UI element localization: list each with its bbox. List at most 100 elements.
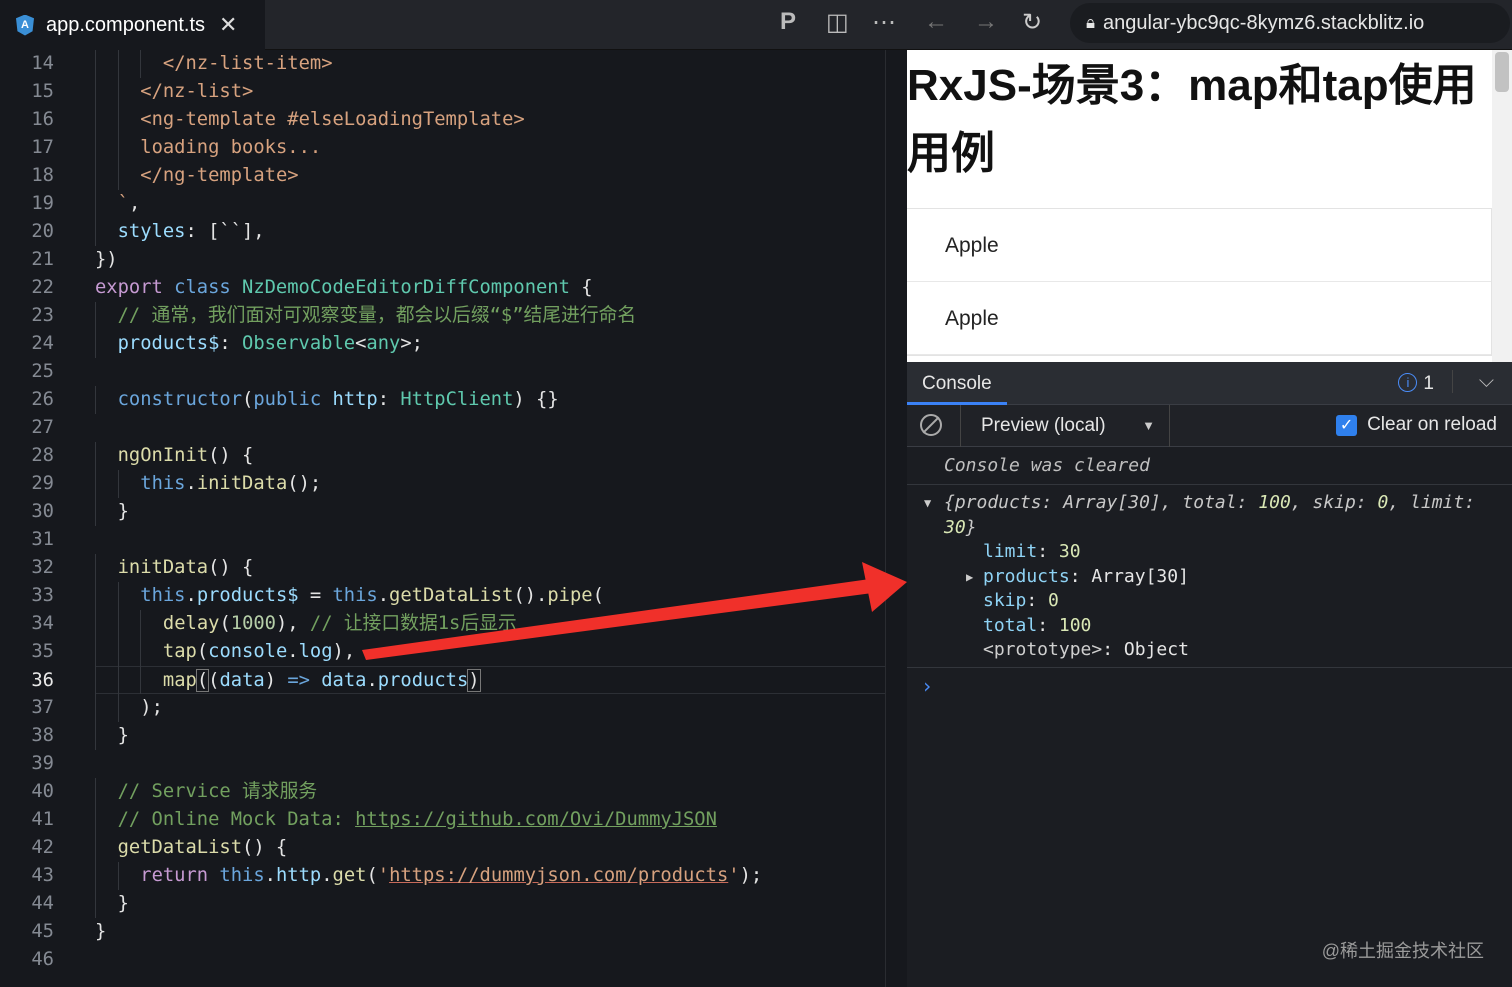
line-number: 39 (31, 753, 54, 774)
clear-console-icon[interactable] (920, 414, 942, 436)
log-entry[interactable]: ▼ {products: Array[30], total: 100, skip:… (907, 485, 1512, 668)
line-number: 14 (31, 53, 54, 74)
tab-console[interactable]: Console (907, 362, 1007, 405)
code-line[interactable]: 45} (0, 918, 886, 946)
code-line[interactable]: 25 (0, 358, 886, 386)
object-summary[interactable]: ▼ {products: Array[30], total: 100, skip:… (924, 491, 1512, 540)
code-token: ngOnInit (117, 445, 209, 466)
code-line[interactable]: 26 constructor(public http: HttpClient) {… (0, 386, 886, 414)
checkmark-icon: ✓ (1336, 414, 1358, 436)
context-select[interactable]: Preview (local) ▼ (960, 405, 1170, 447)
chevron-down-icon[interactable]: ⌵ (1451, 370, 1494, 393)
code-line[interactable]: 21}) (0, 246, 886, 274)
code-line[interactable]: 46 (0, 946, 886, 974)
code-editor[interactable]: 14 </nz-list-item> 15 </nz-list> 16 <ng-templ… (0, 50, 905, 987)
indent-guide (117, 50, 119, 78)
code-text: ngOnInit() { (95, 442, 254, 470)
line-number: 25 (31, 361, 54, 382)
code-token: : (377, 389, 401, 410)
more-icon[interactable]: ⋯ (872, 8, 896, 37)
line-number: 41 (31, 809, 54, 830)
code-line[interactable]: 20 styles: [``], (0, 218, 886, 246)
code-line[interactable]: 24 products$: Observable<any>; (0, 330, 886, 358)
expand-triangle-icon[interactable]: ▶ (966, 565, 973, 590)
object-property[interactable]: ▶ products: Array[30] (944, 565, 1512, 590)
code-line[interactable]: 29 this.initData(); (0, 470, 886, 498)
code-line[interactable]: 34 delay(1000), // 让接口数据1s后显示 (0, 610, 886, 638)
console-panel: Console i1 ⌵ Preview (local) ▼ ✓ Clear on … (907, 362, 1512, 987)
info-count-badge[interactable]: i1 (1398, 373, 1434, 395)
code-text: <ng-template #elseLoadingTemplate> (95, 106, 525, 134)
console-prompt[interactable]: › (907, 668, 1512, 704)
code-line[interactable]: 22 export class NzDemoCodeEditorDiffCompo… (0, 274, 886, 302)
code-line[interactable]: 16 <ng-template #elseLoadingTemplate> (0, 106, 886, 134)
clear-on-reload-checkbox[interactable]: ✓ Clear on reload (1336, 414, 1497, 436)
editor-tab[interactable]: A app.component.ts ✕ (0, 0, 265, 50)
code-line[interactable]: 38} (0, 722, 886, 750)
code-line[interactable]: 33 this.products$ = this.getDataList().pi… (0, 582, 886, 610)
property-value: 30 (1058, 541, 1081, 562)
code-line[interactable]: 36 map((data) => data.products) (31, 666, 905, 694)
indent-guide (117, 106, 119, 134)
expand-triangle-icon[interactable]: ▼ (924, 491, 931, 516)
code-text: </nz-list> (95, 78, 253, 106)
console-output: Console was cleared ▼ {products: Array[30… (907, 447, 1512, 704)
code-line[interactable]: 44} (0, 890, 886, 918)
back-icon[interactable]: ← (924, 8, 948, 36)
code-token: // Online Mock Data: (117, 809, 356, 830)
address-bar[interactable]: 🔒︎ angular-ybc9qc-8kymz6.stackblitz.io (1070, 3, 1510, 43)
console-header: Console i1 ⌵ (907, 362, 1512, 405)
code-token: pipe (547, 585, 593, 606)
line-number: 26 (31, 389, 54, 410)
code-token[interactable]: https://dummyjson.com/products (389, 865, 728, 886)
code-token: < (355, 333, 367, 354)
code-token: public (253, 389, 322, 410)
code-line[interactable]: 43 return this.http.get('https://dummyjso… (0, 862, 886, 890)
code-token[interactable]: https://github.com/Ovi/DummyJSON (355, 809, 717, 830)
prettier-icon[interactable]: P (780, 8, 796, 36)
code-text: } (95, 498, 129, 526)
code-token: NzDemoCodeEditorDiffComponent (242, 277, 570, 298)
code-line[interactable]: 19 `, (0, 190, 886, 218)
code-line[interactable]: 31 (0, 526, 886, 554)
code-line[interactable]: 37); (0, 694, 886, 722)
code-line[interactable]: 32 initData() { (0, 554, 886, 582)
code-line[interactable]: 28 ngOnInit() { (0, 442, 886, 470)
code-line[interactable]: 42 getDataList() { (0, 834, 886, 862)
code-token: ( (195, 669, 210, 692)
indent-guide (117, 162, 119, 190)
close-icon[interactable]: ✕ (219, 12, 237, 38)
code-token: () { (208, 557, 254, 578)
code-token: ( (219, 613, 231, 634)
code-line[interactable]: 35 tap(console.log), (0, 638, 886, 666)
indent-guide (117, 610, 119, 638)
preview-scrollbar[interactable] (1492, 50, 1512, 362)
code-line[interactable]: 14 </nz-list-item> (0, 50, 886, 78)
code-line[interactable]: 27 (0, 414, 886, 442)
pane-divider[interactable] (885, 50, 907, 987)
code-token: ) (264, 670, 288, 691)
reload-icon[interactable]: ↻ (1022, 8, 1042, 37)
code-line[interactable]: 40 // Service 请求服务 (0, 778, 886, 806)
code-token: products (377, 670, 469, 691)
code-line[interactable]: 18 </ng-template> (0, 162, 886, 190)
forward-icon[interactable]: → (974, 8, 998, 36)
line-number: 17 (31, 137, 54, 158)
code-token: { (569, 277, 593, 298)
code-token: styles (117, 221, 186, 242)
code-line[interactable]: 23 // 通常，我们面对可观察变量，都会以后缀“$”结尾进行命名 (0, 302, 886, 330)
code-text: this.initData(); (95, 470, 321, 498)
code-line[interactable]: 41 // Online Mock Data: https://github.co… (0, 806, 886, 834)
code-line[interactable]: 30} (0, 498, 886, 526)
split-editor-icon[interactable]: ◫ (826, 8, 849, 37)
code-token: (); (287, 473, 322, 494)
code-token: <ng-template #elseLoadingTemplate> (140, 109, 525, 130)
code-text: loading books... (95, 134, 321, 162)
code-line[interactable]: 15 </nz-list> (0, 78, 886, 106)
code-line[interactable]: 17 loading books... (0, 134, 886, 162)
code-text: tap(console.log), (95, 638, 355, 666)
code-line[interactable]: 39 (0, 750, 886, 778)
indent-guide (95, 162, 96, 190)
code-text: // 通常，我们面对可观察变量，都会以后缀“$”结尾进行命名 (95, 302, 637, 330)
